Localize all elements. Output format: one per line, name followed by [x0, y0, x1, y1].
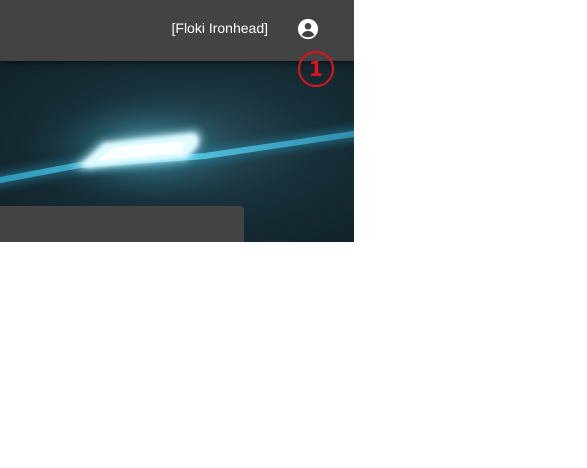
- account-button[interactable]: [297, 18, 319, 40]
- content-card: [0, 206, 244, 242]
- account-circle-icon: [297, 18, 319, 40]
- app-window: [Floki Ironhead]: [0, 0, 354, 242]
- top-app-bar: [Floki Ironhead]: [0, 0, 354, 61]
- step-marker-badge: 1: [298, 51, 334, 87]
- user-name: [Floki Ironhead]: [171, 20, 269, 36]
